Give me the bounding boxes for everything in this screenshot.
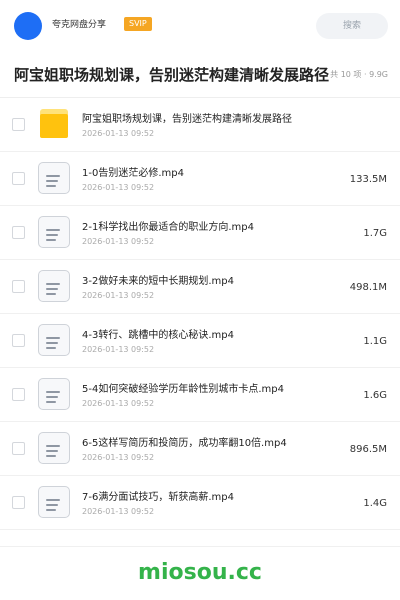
row-checkbox[interactable] [12, 118, 25, 131]
file-name[interactable]: 7-6满分面试技巧，斩获高薪.mp4 [82, 491, 234, 504]
row-checkbox[interactable] [12, 442, 25, 455]
file-date: 2026-01-13 09:52 [82, 129, 155, 138]
file-size: 1.1G [363, 336, 387, 347]
footer: miosou.cc [0, 546, 400, 600]
file-date: 2026-01-13 09:52 [82, 507, 155, 516]
row-checkbox[interactable] [12, 280, 25, 293]
video-file-icon [38, 324, 70, 356]
file-date: 2026-01-13 09:52 [82, 345, 155, 354]
folder-row[interactable]: 阿宝姐职场规划课，告别迷茫构建清晰发展路径 2026-01-13 09:52 [0, 98, 400, 152]
app-header: 夸克网盘分享 SVIP [0, 0, 400, 52]
file-list: 阿宝姐职场规划课，告别迷茫构建清晰发展路径 2026-01-13 09:52 1-0… [0, 98, 400, 530]
folder-icon [38, 108, 70, 140]
page-title: 阿宝姐职场规划课，告别迷茫构建清晰发展路径 [14, 66, 330, 84]
file-name[interactable]: 5-4如何突破经验学历年龄性别城市卡点.mp4 [82, 383, 284, 396]
video-file-icon [38, 486, 70, 518]
file-name[interactable]: 2-1科学找出你最适合的职业方向.mp4 [82, 221, 254, 234]
file-size: 1.6G [363, 390, 387, 401]
title-bar: 阿宝姐职场规划课，告别迷茫构建清晰发展路径 共 10 项 · 9.9G [0, 52, 400, 98]
file-date: 2026-01-13 09:52 [82, 183, 155, 192]
item-count-size: 共 10 项 · 9.9G [330, 70, 388, 79]
file-date: 2026-01-13 09:52 [82, 237, 155, 246]
row-checkbox[interactable] [12, 334, 25, 347]
brand-watermark: miosou.cc [138, 560, 262, 585]
file-date: 2026-01-13 09:52 [82, 453, 155, 462]
file-row[interactable]: 1-0告别迷茫必修.mp4 2026-01-13 09:52 133.5M [0, 152, 400, 206]
video-file-icon [38, 162, 70, 194]
avatar[interactable] [14, 12, 42, 40]
file-date: 2026-01-13 09:52 [82, 291, 155, 300]
video-file-icon [38, 216, 70, 248]
video-file-icon [38, 432, 70, 464]
file-size: 1.4G [363, 498, 387, 509]
row-checkbox[interactable] [12, 172, 25, 185]
file-size: 896.5M [349, 444, 387, 455]
share-name: 夸克网盘分享 [52, 20, 107, 30]
file-row[interactable]: 3-2做好未来的短中长期规划.mp4 2026-01-13 09:52 498.1M [0, 260, 400, 314]
file-name[interactable]: 阿宝姐职场规划课，告别迷茫构建清晰发展路径 [82, 113, 292, 126]
file-size: 133.5M [349, 174, 387, 185]
row-checkbox[interactable] [12, 496, 25, 509]
file-name[interactable]: 4-3转行、跳槽中的核心秘诀.mp4 [82, 329, 234, 342]
video-file-icon [38, 270, 70, 302]
file-size: 1.7G [363, 228, 387, 239]
search-input[interactable] [316, 13, 388, 39]
file-name[interactable]: 6-5这样写简历和投简历，成功率翻10倍.mp4 [82, 437, 287, 450]
file-row[interactable]: 4-3转行、跳槽中的核心秘诀.mp4 2026-01-13 09:52 1.1G [0, 314, 400, 368]
file-size: 498.1M [349, 282, 387, 293]
file-date: 2026-01-13 09:52 [82, 399, 155, 408]
file-name[interactable]: 1-0告别迷茫必修.mp4 [82, 167, 184, 180]
file-row[interactable]: 7-6满分面试技巧，斩获高薪.mp4 2026-01-13 09:52 1.4G [0, 476, 400, 530]
file-row[interactable]: 5-4如何突破经验学历年龄性别城市卡点.mp4 2026-01-13 09:52 1… [0, 368, 400, 422]
file-name[interactable]: 3-2做好未来的短中长期规划.mp4 [82, 275, 234, 288]
svip-badge: SVIP [124, 17, 152, 31]
file-row[interactable]: 2-1科学找出你最适合的职业方向.mp4 2026-01-13 09:52 1.7G [0, 206, 400, 260]
row-checkbox[interactable] [12, 388, 25, 401]
row-checkbox[interactable] [12, 226, 25, 239]
video-file-icon [38, 378, 70, 410]
file-row[interactable]: 6-5这样写简历和投简历，成功率翻10倍.mp4 2026-01-13 09:52… [0, 422, 400, 476]
